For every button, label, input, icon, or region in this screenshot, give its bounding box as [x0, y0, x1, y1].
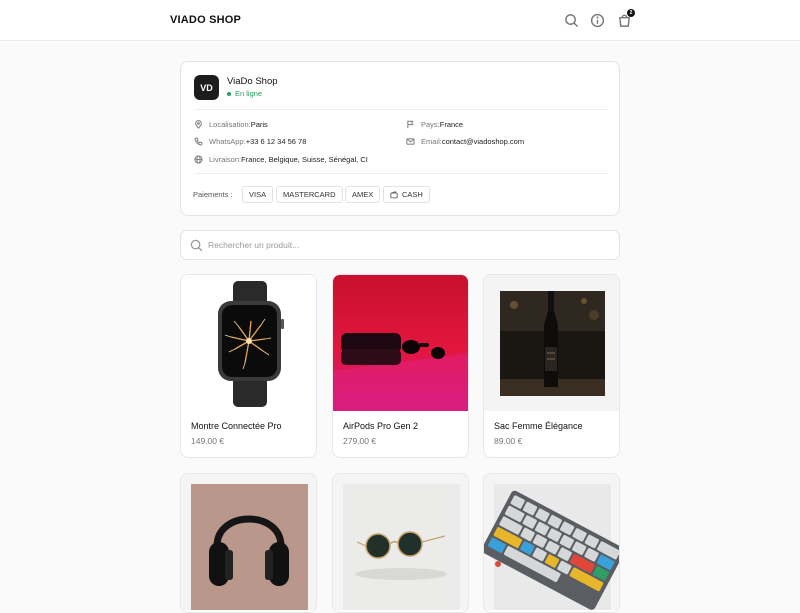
- globe-icon: [194, 155, 203, 164]
- product-price: 89.00 €: [494, 436, 523, 446]
- wallet-icon: [390, 190, 398, 198]
- product-image-earbuds-case: [333, 275, 468, 411]
- email-value[interactable]: contact@viadoshop.com: [442, 137, 524, 146]
- country-label: Pays:: [421, 120, 440, 129]
- top-bar: VIADO SHOP 2: [0, 0, 800, 41]
- location-label: Localisation:: [209, 120, 251, 129]
- product-name: AirPods Pro Gen 2: [343, 421, 419, 431]
- product-card[interactable]: [180, 473, 317, 613]
- product-name: Sac Femme Élégance: [494, 421, 583, 431]
- divider: [194, 173, 608, 174]
- flag-icon: [407, 120, 414, 129]
- payment-chip-cash: CASH: [383, 186, 430, 203]
- product-price: 279.00 €: [343, 436, 377, 446]
- status-dot-icon: [227, 91, 231, 96]
- phone-icon: [194, 137, 203, 146]
- payment-chip-cash-label: CASH: [402, 190, 423, 199]
- product-image-sunglasses: [333, 474, 468, 610]
- shop-name: ViaDo Shop: [227, 76, 278, 87]
- product-search-input[interactable]: [208, 236, 608, 254]
- info-icon[interactable]: [589, 12, 605, 28]
- divider: [194, 109, 608, 110]
- search-icon: [190, 239, 203, 252]
- product-image-keyboard: [484, 474, 619, 610]
- payments-label: Paiements :: [193, 190, 233, 199]
- location-pin-icon: [195, 120, 202, 129]
- location-value: Paris: [250, 120, 268, 129]
- product-image-headphones: [181, 474, 316, 610]
- product-image-wine-bottle: [484, 275, 619, 411]
- payment-chip-amex: AMEX: [345, 186, 381, 203]
- payment-chip-visa: VISA: [242, 186, 274, 203]
- mail-icon: [406, 138, 415, 145]
- delivery-value: France, Belgique, Suisse, Sénégal, CI: [241, 155, 368, 164]
- product-card[interactable]: Montre Connectée Pro 149.00 €: [180, 274, 317, 458]
- product-card[interactable]: Sac Femme Élégance 89.00 €: [483, 274, 620, 458]
- shop-avatar: VD: [194, 75, 219, 100]
- country-value: France: [439, 120, 464, 129]
- shop-status: En ligne: [227, 89, 262, 98]
- email-label: Email:: [421, 137, 442, 146]
- product-search-bar: [180, 230, 620, 260]
- country-info: Pays: France: [406, 120, 463, 129]
- payment-chip-mastercard: MASTERCARD: [276, 186, 343, 203]
- whatsapp-info: WhatsApp: +33 6 12 34 56 78: [194, 137, 306, 146]
- product-card[interactable]: [332, 473, 469, 613]
- search-icon[interactable]: [563, 12, 579, 28]
- product-image-smartwatch: [181, 275, 316, 411]
- whatsapp-value[interactable]: +33 6 12 34 56 78: [246, 137, 307, 146]
- product-name: Montre Connectée Pro: [191, 421, 282, 431]
- cart-icon[interactable]: 2: [616, 9, 635, 28]
- product-price: 149.00 €: [191, 436, 225, 446]
- status-text: En ligne: [235, 89, 263, 98]
- cart-count-badge: 2: [627, 9, 635, 17]
- location-info: Localisation: Paris: [194, 120, 268, 129]
- product-card[interactable]: [483, 473, 620, 613]
- shop-info-card: VD ViaDo Shop En ligne Localisation: Par…: [180, 61, 620, 216]
- product-card[interactable]: AirPods Pro Gen 2 279.00 €: [332, 274, 469, 458]
- brand-logo[interactable]: VIADO SHOP: [170, 14, 241, 26]
- delivery-info: Livraison: France, Belgique, Suisse, Sén…: [194, 155, 368, 164]
- delivery-label: Livraison:: [209, 155, 242, 164]
- email-info: Email: contact@viadoshop.com: [406, 137, 524, 146]
- whatsapp-label: WhatsApp:: [209, 137, 246, 146]
